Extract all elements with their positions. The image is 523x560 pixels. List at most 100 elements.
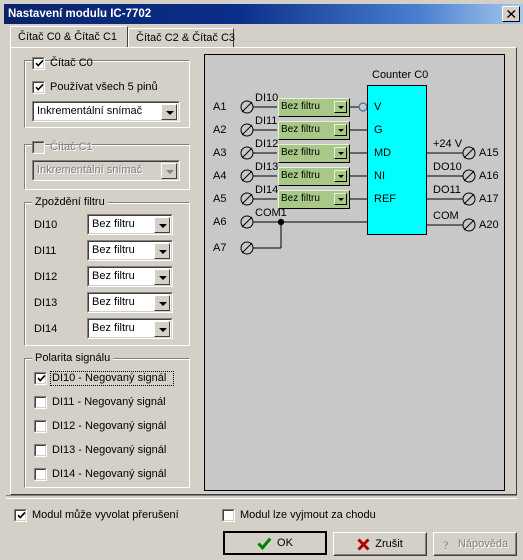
cancel-label: Zrušit xyxy=(375,538,403,550)
filter-row-label-4: DI14 xyxy=(34,323,58,335)
filter-delay-value: Bez filtru xyxy=(92,322,135,334)
diagram-filter-combo-di14[interactable]: Bez filtru xyxy=(278,190,350,209)
chevron-down-icon[interactable] xyxy=(154,243,170,259)
filter-delay-combo-di10[interactable]: Bez filtru xyxy=(87,214,173,235)
chevron-down-icon[interactable] xyxy=(161,104,177,120)
counter-c1-mode-value: Inkrementální snímač xyxy=(37,164,143,176)
polarity-label-di12: DI12 - Negovaný signál xyxy=(52,420,167,432)
signal-label-di12: DI12 xyxy=(255,138,279,150)
signal-label-com1: COM1 xyxy=(255,207,287,219)
filter-delay-title: Zpoždění filtru xyxy=(32,196,108,208)
diagram-canvas: A1 A2 A3 A4 A5 A6 A7 DI10 DI11 DI12 DI13… xyxy=(205,55,504,490)
filter-delay-combo-di14[interactable]: Bez filtru xyxy=(87,318,173,339)
chevron-down-icon[interactable] xyxy=(334,170,347,182)
footer-divider xyxy=(6,495,517,499)
filter-delay-combo-di11[interactable]: Bez filtru xyxy=(87,240,173,261)
diagram-filter-value: Bez filtru xyxy=(281,170,320,181)
chevron-down-icon[interactable] xyxy=(334,101,347,113)
counter-pin-md: MD xyxy=(374,147,392,159)
polarity-checkbox-di14[interactable] xyxy=(34,468,47,481)
terminal-label-a1: A1 xyxy=(213,101,227,113)
ok-label: OK xyxy=(277,537,293,549)
question-icon: ? xyxy=(442,538,453,551)
filter-delay-value: Bez filtru xyxy=(92,296,135,308)
window-title: Nastavení modulu IC-7702 xyxy=(8,8,152,20)
tab-citac-c0-c1[interactable]: Čítač C0 & Čítač C1 xyxy=(10,26,128,47)
diagram-wires xyxy=(240,100,476,255)
output-terminal-a20: A20 xyxy=(479,219,499,231)
terminal-label-a5: A5 xyxy=(213,193,227,205)
interrupt-checkbox[interactable] xyxy=(14,509,27,522)
diagram-filter-value: Bez filtru xyxy=(281,147,320,158)
chevron-down-icon[interactable] xyxy=(334,193,347,205)
filter-row-label-1: DI11 xyxy=(34,245,57,257)
use-all-pins-checkbox[interactable] xyxy=(32,81,45,94)
chevron-down-icon[interactable] xyxy=(154,295,170,311)
hotswap-checkbox[interactable] xyxy=(222,509,235,522)
diagram-filter-combo-di11[interactable]: Bez filtru xyxy=(278,121,350,140)
output-terminal-a17: A17 xyxy=(479,193,499,205)
output-signal-do11: DO11 xyxy=(433,184,461,196)
output-signal-com: COM xyxy=(433,210,459,222)
tab-citac-c2-c3[interactable]: Čítač C2 & Čítač C3 xyxy=(128,28,236,47)
use-all-pins-label: Používat všech 5 pinů xyxy=(50,81,158,93)
diagram-filter-combo-di13[interactable]: Bez filtru xyxy=(278,167,350,186)
polarity-checkbox-di13[interactable] xyxy=(34,444,47,457)
signal-label-di14: DI14 xyxy=(255,184,279,196)
filter-row-label-3: DI13 xyxy=(34,297,58,309)
counter-pin-g: G xyxy=(374,124,383,136)
polarity-label-di11: DI11 - Negovaný signál xyxy=(52,396,166,408)
polarity-label-di14: DI14 - Negovaný signál xyxy=(52,468,167,480)
output-signal-24v: +24 V xyxy=(433,138,463,150)
title-bar: Nastavení modulu IC-7702 xyxy=(4,4,523,24)
polarity-checkbox-di10[interactable] xyxy=(34,372,47,385)
interrupt-label: Modul může vyvolat přerušení xyxy=(32,509,179,521)
chevron-down-icon[interactable] xyxy=(334,124,347,136)
signal-label-di13: DI13 xyxy=(255,161,279,173)
terminal-label-a3: A3 xyxy=(213,147,227,159)
diagram-filter-value: Bez filtru xyxy=(281,101,320,112)
counter-pin-ref: REF xyxy=(374,193,396,205)
terminal-label-a7: A7 xyxy=(213,242,227,254)
polarity-label-di13: DI13 - Negovaný signál xyxy=(52,444,167,456)
ok-button[interactable]: OK xyxy=(223,531,327,555)
terminal-label-a2: A2 xyxy=(213,124,227,136)
counter-c0-enable-checkbox[interactable] xyxy=(32,57,45,70)
output-terminal-a15: A15 xyxy=(479,147,499,159)
counter-c1-mode-combo: Inkrementální snímač xyxy=(32,160,180,181)
counter-c0-mode-combo[interactable]: Inkrementální snímač xyxy=(32,101,180,122)
title-bar-buttons xyxy=(502,6,523,22)
chevron-down-icon[interactable] xyxy=(334,147,347,159)
diagram-filter-combo-di10[interactable]: Bez filtru xyxy=(278,98,350,117)
close-button[interactable] xyxy=(502,6,520,22)
filter-row-label-2: DI12 xyxy=(34,271,58,283)
output-signal-do10: DO10 xyxy=(433,161,462,173)
dialog-footer: Modul může vyvolat přerušení Modul lze v… xyxy=(2,495,521,560)
filter-delay-combo-di12[interactable]: Bez filtru xyxy=(87,266,173,287)
settings-dialog: Nastavení modulu IC-7702 Čítač C0 & Číta… xyxy=(0,0,523,560)
chevron-down-icon[interactable] xyxy=(154,269,170,285)
check-icon xyxy=(257,537,272,550)
filter-delay-combo-di13[interactable]: Bez filtru xyxy=(87,292,173,313)
tab-label: Čítač C2 & Čítač C3 xyxy=(136,32,236,44)
tab-label: Čítač C0 & Čítač C1 xyxy=(18,31,118,43)
tab-strip: Čítač C0 & Čítač C1 Čítač C2 & Čítač C3 xyxy=(10,26,517,47)
output-terminal-a16: A16 xyxy=(479,170,499,182)
chevron-down-icon[interactable] xyxy=(154,217,170,233)
cancel-button[interactable]: Zrušit xyxy=(333,532,427,556)
check-icon xyxy=(16,510,27,521)
diagram-filter-combo-di12[interactable]: Bez filtru xyxy=(278,144,350,163)
svg-text:?: ? xyxy=(443,538,448,551)
counter-pin-v: V xyxy=(374,101,382,113)
polarity-checkbox-di12[interactable] xyxy=(34,420,47,433)
filter-delay-value: Bez filtru xyxy=(92,218,135,230)
chevron-down-icon[interactable] xyxy=(154,321,170,337)
counter-c1-label: Čítač C1 xyxy=(50,141,93,153)
help-button: ? Nápověda xyxy=(433,532,517,556)
check-icon xyxy=(36,373,47,384)
terminal-label-a4: A4 xyxy=(213,170,227,182)
polarity-checkbox-di11[interactable] xyxy=(34,396,47,409)
counter-c1-enable-checkbox[interactable] xyxy=(32,141,45,154)
counter-block-title: Counter C0 xyxy=(372,69,429,81)
counter-c0-mode-value: Inkrementální snímač xyxy=(37,105,143,117)
